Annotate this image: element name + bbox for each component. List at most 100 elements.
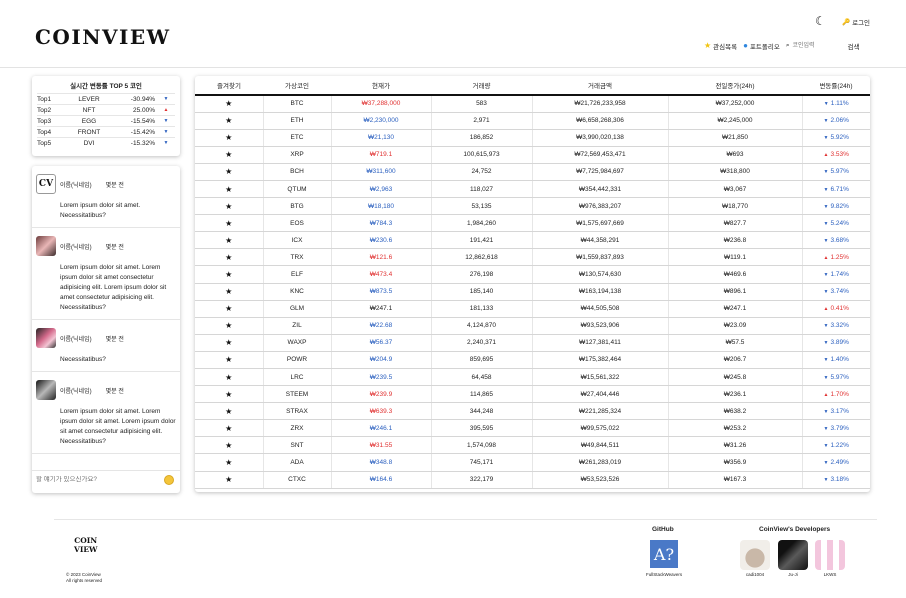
favorite-star-icon[interactable]: ★	[195, 300, 263, 318]
column-header[interactable]: 변동률(24h)	[802, 76, 870, 96]
chat-input[interactable]	[36, 476, 156, 483]
table-row[interactable]: ★ ADA ₩348.8 745,171 ₩261,283,019 ₩356.9 ▼ 2.49…	[195, 453, 870, 472]
developer-card[interactable]: Ju-Ji	[778, 540, 808, 577]
favorite-star-icon[interactable]: ★	[195, 163, 263, 181]
table-row[interactable]: ★ ETH ₩2,230,000 2,971 ₩6,658,268,306 ₩2,245,…	[195, 112, 870, 130]
coin-symbol[interactable]: KNC	[262, 283, 331, 301]
coin-symbol[interactable]: ADA	[262, 453, 331, 472]
table-row[interactable]: ★ KNC ₩873.5 185,140 ₩163,194,138 ₩896.1 ▼ 3.74…	[195, 283, 870, 301]
favorite-star-icon[interactable]: ★	[195, 283, 263, 301]
coin-symbol[interactable]: WAXP	[262, 334, 331, 352]
favorite-star-icon[interactable]: ★	[195, 453, 263, 472]
table-row[interactable]: ★ SNT ₩31.55 1,574,098 ₩49,844,511 ₩31.26 ▼ 1.2…	[195, 436, 870, 455]
coin-symbol[interactable]: QTUM	[262, 180, 331, 199]
coin-symbol[interactable]: GLM	[262, 300, 331, 318]
coin-symbol[interactable]: XRP	[262, 146, 331, 164]
top5-row[interactable]: Top5 DVI -15.32% ▼	[37, 137, 175, 148]
coin-symbol[interactable]: STEEM	[262, 385, 331, 404]
top5-row[interactable]: Top4 FRONT -15.42% ▼	[37, 126, 175, 137]
column-header[interactable]: 거래량	[431, 76, 532, 96]
chat-send-button[interactable]	[164, 475, 174, 485]
top5-row[interactable]: Top1 LEVER -30.94% ▼	[37, 93, 175, 104]
coin-symbol[interactable]: EOS	[262, 214, 331, 233]
favorite-star-icon[interactable]: ★	[195, 214, 263, 233]
change-rate: ▲ 3.53%	[801, 146, 870, 164]
table-row[interactable]: ★ CTXC ₩164.6 322,179 ₩53,523,526 ₩167.3 ▼ 3.18…	[195, 471, 870, 489]
top5-row[interactable]: Top2 NFT 25.00% ▲	[37, 104, 175, 115]
search-input[interactable]	[792, 40, 845, 51]
coin-symbol[interactable]: POWR	[262, 351, 331, 370]
favorite-star-icon[interactable]: ★	[195, 95, 263, 113]
favorite-star-icon[interactable]: ★	[195, 265, 263, 284]
coin-symbol[interactable]: ETC	[262, 129, 331, 147]
coin-symbol[interactable]: LRC	[262, 368, 331, 387]
coin-symbol[interactable]: BCH	[262, 163, 331, 181]
table-row[interactable]: ★ ETC ₩21,130 186,852 ₩3,990,020,138 ₩21,850 ▼…	[195, 129, 870, 147]
favorite-star-icon[interactable]: ★	[195, 402, 263, 421]
coin-symbol[interactable]: BTC	[262, 95, 331, 113]
favorite-star-icon[interactable]: ★	[195, 334, 263, 352]
coin-symbol[interactable]: STRAX	[262, 402, 331, 421]
developer-card[interactable]: cadi1004	[740, 540, 770, 577]
portfolio-link[interactable]: ● 포트폴리오	[743, 41, 780, 51]
table-row[interactable]: ★ WAXP ₩56.37 2,240,371 ₩127,381,411 ₩57.5 ▼ 3.…	[195, 334, 870, 352]
table-row[interactable]: ★ BTC ₩37,288,000 583 ₩21,726,233,958 ₩37,252…	[195, 95, 870, 113]
table-row[interactable]: ★ ICX ₩230.6 191,421 ₩44,358,291 ₩236.8 ▼ 3.68%	[195, 231, 870, 250]
favorite-star-icon[interactable]: ★	[195, 231, 263, 250]
coin-symbol[interactable]: SNT	[262, 436, 331, 455]
column-header[interactable]: 거래금액	[532, 76, 668, 96]
table-row[interactable]: ★ XRP ₩719.1 100,615,973 ₩72,569,453,471 ₩693…	[195, 146, 870, 164]
table-row[interactable]: ★ ZIL ₩22.68 4,124,870 ₩93,523,906 ₩23.09 ▼ 3.3…	[195, 317, 870, 335]
coin-symbol[interactable]: BTG	[262, 197, 331, 216]
coin-symbol[interactable]: ETH	[262, 112, 331, 130]
favorite-star-icon[interactable]: ★	[195, 351, 263, 370]
top5-row[interactable]: Top3 EGG -15.54% ▼	[37, 115, 175, 126]
table-row[interactable]: ★ BCH ₩311,600 24,752 ₩7,725,984,697 ₩318,800…	[195, 163, 870, 181]
table-row[interactable]: ★ EOS ₩784.3 1,984,260 ₩1,575,697,669 ₩827.7 ▼…	[195, 214, 870, 233]
coin-symbol[interactable]: ICX	[262, 231, 331, 250]
favorite-star-icon[interactable]: ★	[195, 385, 263, 404]
favorite-star-icon[interactable]: ★	[195, 419, 263, 438]
table-row[interactable]: ★ ZRX ₩246.1 395,595 ₩99,575,022 ₩253.2 ▼ 3.79%	[195, 419, 870, 438]
table-row[interactable]: ★ QTUM ₩2,963 118,027 ₩354,442,331 ₩3,067 ▼ 6.7…	[195, 180, 870, 199]
favorite-star-icon[interactable]: ★	[195, 129, 263, 147]
github-org-name[interactable]: FullStackWeavers	[646, 572, 682, 577]
favorite-star-icon[interactable]: ★	[195, 317, 263, 335]
table-row[interactable]: ★ ELF ₩473.4 276,198 ₩130,574,630 ₩469.6 ▼ 1.74…	[195, 265, 870, 284]
favorite-star-icon[interactable]: ★	[195, 471, 263, 489]
favorites-link[interactable]: ★ 관심목록	[704, 41, 737, 51]
favorite-star-icon[interactable]: ★	[195, 248, 263, 267]
table-row[interactable]: ★ GLM ₩247.1 181,133 ₩44,505,508 ₩247.1 ▲ 0.41%	[195, 300, 870, 318]
coin-symbol[interactable]: CTXC	[262, 471, 331, 489]
table-row[interactable]: ★ STRAX ₩639.3 344,248 ₩221,285,324 ₩638.2 ▼ 3.…	[195, 402, 870, 421]
coin-symbol[interactable]: TRX	[262, 248, 331, 267]
search-button[interactable]: 검색	[847, 41, 859, 51]
dark-mode-moon-icon[interactable]: ☾	[815, 14, 826, 28]
login-link[interactable]: 🔑 로그인	[842, 17, 870, 27]
table-row[interactable]: ★ LRC ₩239.5 64,458 ₩15,561,322 ₩245.8 ▼ 5.97%	[195, 368, 870, 387]
table-row[interactable]: ★ STEEM ₩239.9 114,865 ₩27,404,446 ₩236.1 ▲ 1.7…	[195, 385, 870, 404]
coin-symbol[interactable]: ZRX	[262, 419, 331, 438]
table-row[interactable]: ★ TRX ₩121.6 12,862,618 ₩1,559,837,893 ₩119.1…	[195, 248, 870, 267]
coin-table-panel[interactable]: 즐겨찾기 가상코인 현재가 거래량 거래금액 전일종가(24h) 변동률(24h) ★ BTC…	[195, 76, 870, 492]
favorite-star-icon[interactable]: ★	[195, 197, 263, 216]
favorite-star-icon[interactable]: ★	[195, 436, 263, 455]
column-header[interactable]: 가상코인	[263, 76, 331, 96]
table-row[interactable]: ★ POWR ₩204.9 859,695 ₩175,382,464 ₩206.7 ▼ 1.4…	[195, 351, 870, 370]
table-row[interactable]: ★ BTG ₩18,180 53,135 ₩976,383,207 ₩18,770 ▼ 9.8…	[195, 197, 870, 216]
chat-message-list[interactable]: CV 이름(닉네임) 몇분 전 Lorem ipsum dolor sit amet.…	[32, 166, 180, 462]
coin-symbol[interactable]: ELF	[262, 265, 331, 284]
change-rate-value: 3.74%	[830, 288, 849, 296]
github-org-avatar[interactable]: A?	[650, 540, 678, 568]
developer-card[interactable]: LKWS	[815, 540, 845, 577]
site-logo[interactable]: COINVIEW	[35, 25, 171, 49]
favorite-star-icon[interactable]: ★	[195, 180, 263, 199]
favorite-star-icon[interactable]: ★	[195, 146, 263, 164]
column-header[interactable]: 즐겨찾기	[195, 76, 263, 96]
column-header[interactable]: 현재가	[331, 76, 431, 96]
column-header[interactable]: 전일종가(24h)	[668, 76, 802, 96]
favorite-star-icon[interactable]: ★	[195, 112, 263, 130]
trade-amount: ₩72,569,453,471	[531, 146, 668, 164]
favorite-star-icon[interactable]: ★	[195, 368, 263, 387]
coin-symbol[interactable]: ZIL	[262, 317, 331, 335]
